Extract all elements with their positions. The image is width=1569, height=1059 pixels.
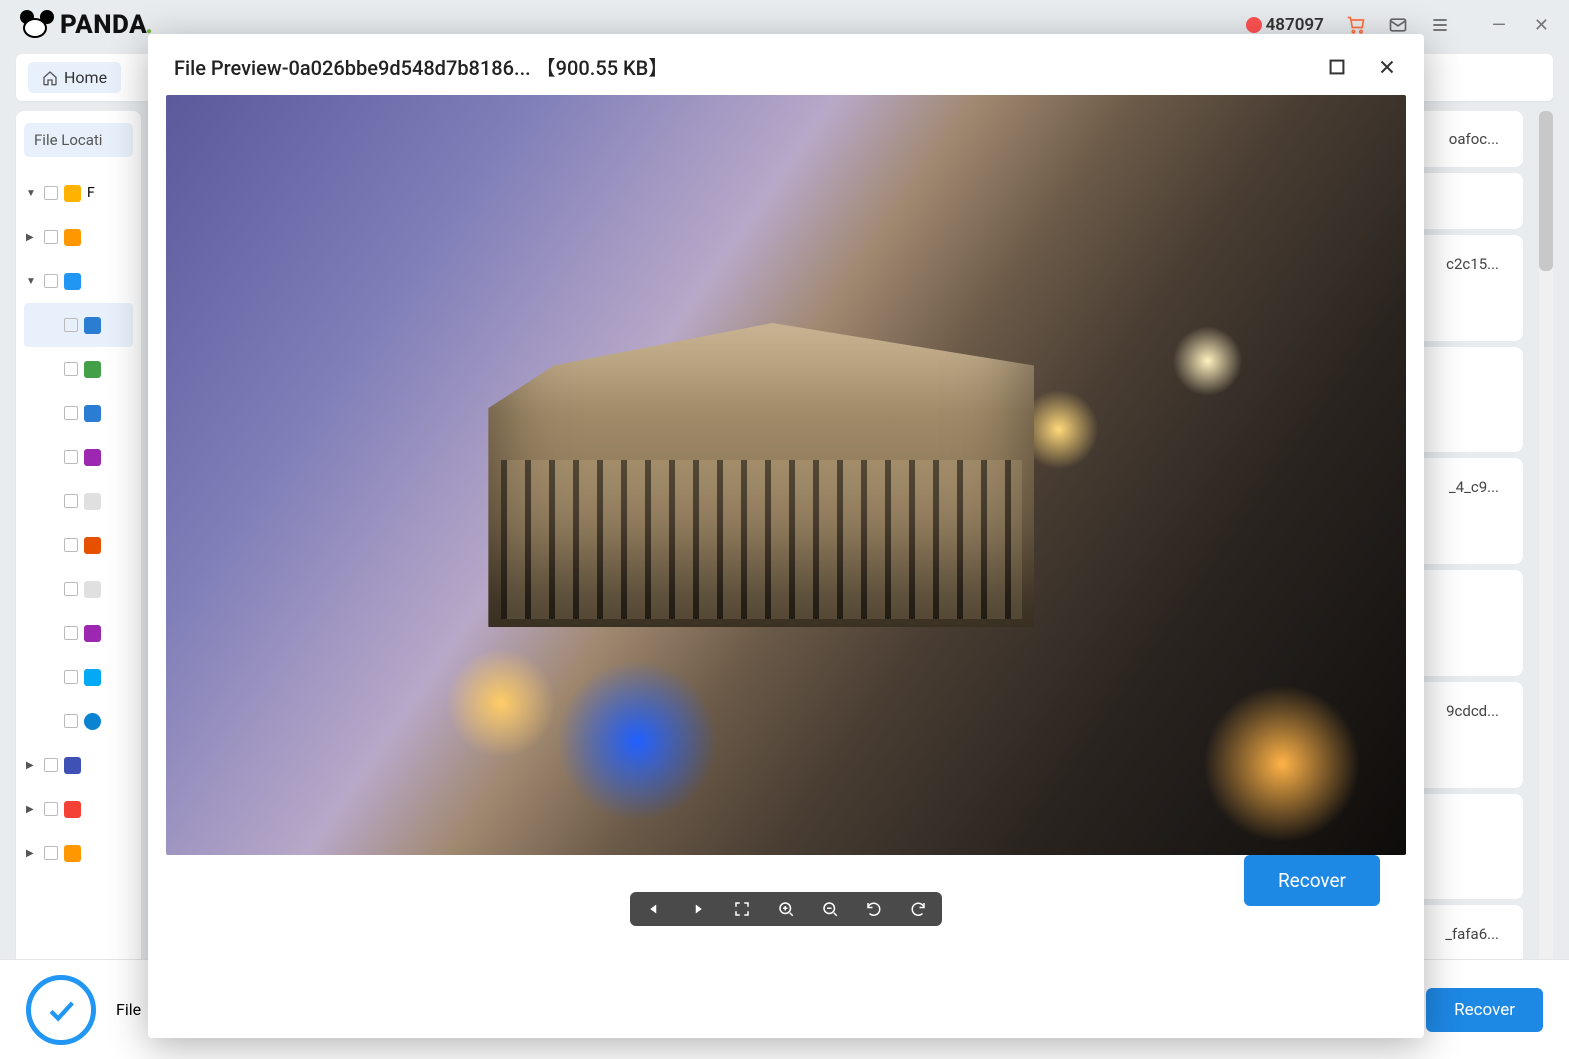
- preview-image: [166, 95, 1406, 855]
- tree-item[interactable]: [24, 347, 133, 391]
- file-tree: ▼F▶▼▶▶▶: [24, 171, 133, 875]
- checkbox[interactable]: [44, 758, 58, 772]
- tree-item[interactable]: ▼F: [24, 171, 133, 215]
- file-icon: [84, 581, 101, 598]
- edge-icon: [84, 713, 101, 730]
- tree-item[interactable]: [24, 303, 133, 347]
- folder-icon: [64, 185, 81, 202]
- scan-complete-icon: [26, 975, 96, 1045]
- tree-item[interactable]: [24, 655, 133, 699]
- recover-button[interactable]: Recover: [1244, 855, 1380, 906]
- coin-icon: [1246, 17, 1262, 33]
- checkbox[interactable]: [64, 714, 78, 728]
- xlsx-icon: [84, 361, 101, 378]
- dialog-maximize[interactable]: [1326, 56, 1348, 78]
- dialog-header: File Preview-0a026bbe9d548d7b8186... 【90…: [148, 34, 1424, 95]
- img-icon: [84, 669, 101, 686]
- home-icon: [42, 70, 58, 86]
- tree-item[interactable]: [24, 479, 133, 523]
- scrollbar[interactable]: [1539, 111, 1553, 1011]
- image-toolbar: [630, 892, 942, 926]
- mail-icon[interactable]: [1388, 15, 1408, 35]
- cloud-icon: [64, 273, 81, 290]
- checkbox[interactable]: [44, 802, 58, 816]
- docx-icon: [84, 405, 101, 422]
- tree-item[interactable]: ▶: [24, 743, 133, 787]
- window-minimize[interactable]: —: [1492, 15, 1506, 36]
- app-logo: PANDA.: [20, 10, 153, 40]
- dialog-window-controls: [1326, 56, 1398, 78]
- menu-icon[interactable]: [1430, 15, 1450, 35]
- app-name: PANDA.: [60, 10, 153, 40]
- checkbox[interactable]: [64, 626, 78, 640]
- caret-icon: ▶: [26, 848, 38, 859]
- checkbox[interactable]: [64, 538, 78, 552]
- checkbox[interactable]: [64, 494, 78, 508]
- coin-count: 487097: [1266, 15, 1324, 35]
- ppt-icon: [84, 537, 101, 554]
- vid-icon: [64, 757, 81, 774]
- tree-item[interactable]: [24, 699, 133, 743]
- tree-item[interactable]: [24, 523, 133, 567]
- tree-item[interactable]: ▼: [24, 259, 133, 303]
- zoom-in-icon[interactable]: [774, 897, 798, 921]
- checkbox[interactable]: [44, 846, 58, 860]
- fullscreen-icon[interactable]: [730, 897, 754, 921]
- header-actions: 487097 — ✕: [1246, 15, 1549, 36]
- checkbox[interactable]: [64, 670, 78, 684]
- caret-icon: ▼: [26, 276, 38, 287]
- sidebar: File Locati ▼F▶▼▶▶▶: [16, 111, 141, 1011]
- tree-item[interactable]: [24, 567, 133, 611]
- cart-icon[interactable]: [1346, 15, 1366, 35]
- panda-icon: [20, 10, 54, 40]
- breadcrumb-home[interactable]: Home: [28, 62, 121, 93]
- checkbox[interactable]: [44, 230, 58, 244]
- orange-icon: [64, 845, 81, 862]
- tree-item[interactable]: ▶: [24, 215, 133, 259]
- dialog-close[interactable]: [1376, 56, 1398, 78]
- checkbox[interactable]: [44, 274, 58, 288]
- caret-icon: ▶: [26, 232, 38, 243]
- recover-button-main[interactable]: Recover: [1426, 988, 1543, 1032]
- next-icon[interactable]: [686, 897, 710, 921]
- purple-icon: [84, 449, 101, 466]
- tree-item[interactable]: ▶: [24, 787, 133, 831]
- tree-item[interactable]: [24, 435, 133, 479]
- tree-label: F: [87, 185, 95, 201]
- scrollbar-thumb[interactable]: [1539, 111, 1553, 271]
- checkbox[interactable]: [44, 186, 58, 200]
- checkbox[interactable]: [64, 450, 78, 464]
- preview-body: Recover: [148, 95, 1424, 1038]
- zoom-out-icon[interactable]: [818, 897, 842, 921]
- window-close[interactable]: ✕: [1534, 15, 1549, 36]
- caret-icon: ▼: [26, 188, 38, 199]
- orange-icon: [64, 229, 81, 246]
- docx-icon: [84, 317, 101, 334]
- caret-icon: ▶: [26, 804, 38, 815]
- file-location-tab[interactable]: File Locati: [24, 123, 133, 157]
- checkbox[interactable]: [64, 362, 78, 376]
- purple-icon: [84, 625, 101, 642]
- file-preview-dialog: File Preview-0a026bbe9d548d7b8186... 【90…: [148, 34, 1424, 1038]
- breadcrumb-home-label: Home: [64, 68, 107, 87]
- rotate-right-icon[interactable]: [906, 897, 930, 921]
- tree-item[interactable]: [24, 611, 133, 655]
- checkbox[interactable]: [64, 582, 78, 596]
- file-icon: [84, 493, 101, 510]
- tree-item[interactable]: ▶: [24, 831, 133, 875]
- dialog-title: File Preview-0a026bbe9d548d7b8186... 【90…: [174, 52, 668, 81]
- aud-icon: [64, 801, 81, 818]
- coin-balance[interactable]: 487097: [1246, 15, 1324, 35]
- caret-icon: ▶: [26, 760, 38, 771]
- prev-icon[interactable]: [642, 897, 666, 921]
- checkbox[interactable]: [64, 406, 78, 420]
- tree-item[interactable]: [24, 391, 133, 435]
- rotate-left-icon[interactable]: [862, 897, 886, 921]
- checkbox[interactable]: [64, 318, 78, 332]
- status-text: File: [116, 1000, 141, 1019]
